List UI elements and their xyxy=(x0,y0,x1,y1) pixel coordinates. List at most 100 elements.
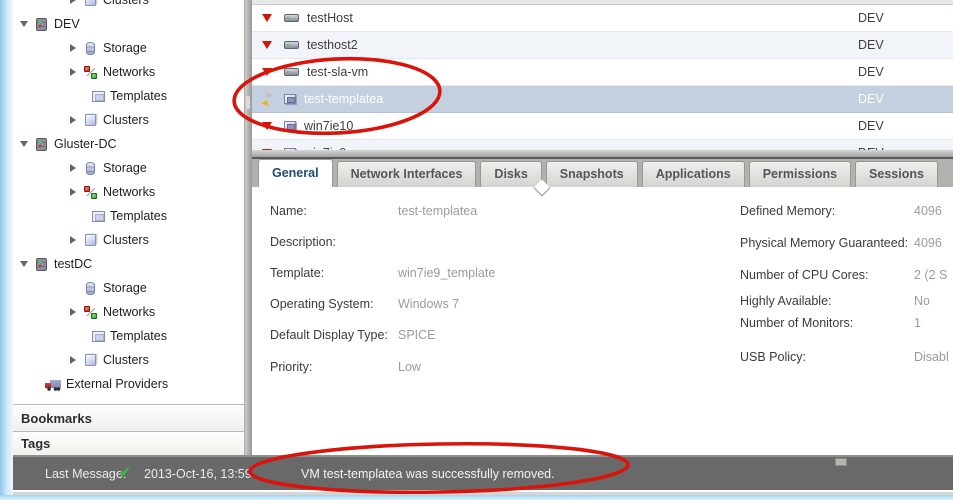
last-message-label: Last Message: xyxy=(45,467,126,481)
server-vm-icon xyxy=(284,14,299,22)
tree-item-templates[interactable]: Templates xyxy=(13,324,244,348)
expander-collapsed-icon[interactable] xyxy=(66,0,80,7)
field-value: 1 xyxy=(914,316,921,330)
vm-name: test-templatea xyxy=(304,92,383,106)
vm-name: win7ie10 xyxy=(304,119,353,133)
network-icon xyxy=(84,186,98,199)
grid-row-test-sla-vm[interactable]: test-sla-vmDEV xyxy=(252,59,953,86)
expander-collapsed-icon[interactable] xyxy=(66,161,80,175)
tree-item-label: Storage xyxy=(103,161,147,175)
field-label: Highly Available: xyxy=(740,294,832,308)
tree-item-networks[interactable]: Networks xyxy=(13,60,244,84)
tree-item-label: Clusters xyxy=(103,0,149,7)
tree-item-clusters[interactable]: Clusters xyxy=(13,228,244,252)
status-down-glyph xyxy=(262,122,272,130)
tree-item-networks[interactable]: Networks xyxy=(13,180,244,204)
tab-applications[interactable]: Applications xyxy=(642,161,745,187)
expander-placeholder xyxy=(66,281,80,295)
field-value: win7ie9_template xyxy=(398,266,495,280)
tree-item-gluster-dc[interactable]: Gluster-DC xyxy=(13,132,244,156)
grid-row-win7ie10[interactable]: win7ie10 DEV xyxy=(252,113,953,140)
expander-collapsed-icon[interactable] xyxy=(66,41,80,55)
status-bar: Last Message: ✔ 2013-Oct-16, 13:59 VM te… xyxy=(13,455,953,490)
expander-placeholder xyxy=(74,89,88,103)
field-value: Low xyxy=(398,360,421,374)
template-icon xyxy=(92,211,105,222)
field-number-of-cpu-cores: Number of CPU Cores:2 (2 S xyxy=(740,268,953,284)
field-label: Priority: xyxy=(270,360,312,374)
tree-item-label: Storage xyxy=(103,281,147,295)
tab-disks[interactable]: Disks xyxy=(480,161,541,187)
tree-item-storage[interactable]: Storage xyxy=(13,156,244,180)
vm-name: test-sla-vm xyxy=(307,65,368,79)
tab-sessions[interactable]: Sessions xyxy=(855,161,938,187)
status-down-glyph xyxy=(262,14,272,22)
template-icon xyxy=(92,91,105,102)
success-check-icon: ✔ xyxy=(119,464,131,481)
status-down-icon xyxy=(259,41,275,49)
accordion-bookmarks[interactable]: Bookmarks xyxy=(13,404,244,431)
vertical-splitter[interactable] xyxy=(244,0,252,455)
vm-grid: testHostDEVtesthost2DEVtest-sla-vmDEVtes… xyxy=(252,0,953,150)
horizontal-splitter[interactable] xyxy=(252,150,953,157)
field-value: 4096 xyxy=(914,236,942,250)
expander-collapsed-icon[interactable] xyxy=(66,233,80,247)
last-message-text: VM test-templatea was successfully remov… xyxy=(301,467,555,481)
accordion-bookmarks-label: Bookmarks xyxy=(21,411,92,426)
nav-tree-panel: ClustersDEVStorageNetworksTemplatesClust… xyxy=(13,0,244,455)
expander-expanded-icon[interactable] xyxy=(17,137,31,151)
statusbar-grip[interactable] xyxy=(835,458,847,466)
cluster-name: DEV xyxy=(858,119,884,133)
expander-placeholder xyxy=(74,209,88,223)
tree-item-label: Networks xyxy=(103,305,155,319)
tree-item-storage[interactable]: Storage xyxy=(13,36,244,60)
tree-item-testdc[interactable]: testDC xyxy=(13,252,244,276)
tree-item-dev[interactable]: DEV xyxy=(13,12,244,36)
field-value: Windows 7 xyxy=(398,297,459,311)
window-left-border xyxy=(0,0,13,500)
server-vm-icon xyxy=(284,41,299,49)
expander-collapsed-icon[interactable] xyxy=(66,305,80,319)
tree-item-networks[interactable]: Networks xyxy=(13,300,244,324)
field-operating-system: Operating System:Windows 7 xyxy=(270,297,670,313)
tree-item-label: Templates xyxy=(110,89,167,103)
accordion-tags[interactable]: Tags xyxy=(13,431,244,455)
expander-expanded-icon[interactable] xyxy=(17,17,31,31)
expander-collapsed-icon[interactable] xyxy=(66,65,80,79)
expander-expanded-icon[interactable] xyxy=(17,257,31,271)
cluster-icon xyxy=(85,354,96,366)
grid-row-testhost2[interactable]: testhost2DEV xyxy=(252,32,953,59)
field-label: Defined Memory: xyxy=(740,204,835,218)
expander-collapsed-icon[interactable] xyxy=(66,113,80,127)
detail-tabbar: GeneralNetwork InterfacesDisksSnapshotsA… xyxy=(252,157,953,187)
field-value: No xyxy=(914,294,930,308)
cluster-name: DEV xyxy=(858,38,884,52)
tree-item-label: Clusters xyxy=(103,353,149,367)
expander-collapsed-icon[interactable] xyxy=(66,353,80,367)
tab-snapshots[interactable]: Snapshots xyxy=(546,161,638,187)
template-icon xyxy=(92,331,105,342)
tab-network-interfaces[interactable]: Network Interfaces xyxy=(337,161,477,187)
tree-item-external-providers[interactable]: External Providers xyxy=(13,372,244,396)
tree-item-templates[interactable]: Templates xyxy=(13,84,244,108)
tree-item-templates[interactable]: Templates xyxy=(13,204,244,228)
tree-item-clusters[interactable]: Clusters xyxy=(13,108,244,132)
tree-item-storage[interactable]: Storage xyxy=(13,276,244,300)
expander-collapsed-icon[interactable] xyxy=(66,185,80,199)
tree-item-clusters[interactable]: Clusters xyxy=(13,348,244,372)
cluster-icon xyxy=(85,0,96,6)
tree-item-label: Templates xyxy=(110,329,167,343)
expander-placeholder xyxy=(27,377,41,391)
status-down-glyph xyxy=(262,68,272,76)
vm-name: testHost xyxy=(307,11,353,25)
grid-row-win7ie9[interactable]: win7ie9DEV xyxy=(252,140,953,150)
tab-general[interactable]: General xyxy=(258,159,333,187)
grid-row-test-templatea[interactable]: test-templateaDEV xyxy=(252,86,953,113)
status-locked-icon xyxy=(259,93,275,105)
tab-permissions[interactable]: Permissions xyxy=(749,161,851,187)
field-usb-policy: USB Policy:Disabl xyxy=(740,350,953,366)
field-template: Template:win7ie9_template xyxy=(270,266,670,282)
field-value: test-templatea xyxy=(398,204,477,218)
grid-row-testhost[interactable]: testHostDEV xyxy=(252,5,953,32)
tree-item-clusters[interactable]: Clusters xyxy=(13,0,244,12)
